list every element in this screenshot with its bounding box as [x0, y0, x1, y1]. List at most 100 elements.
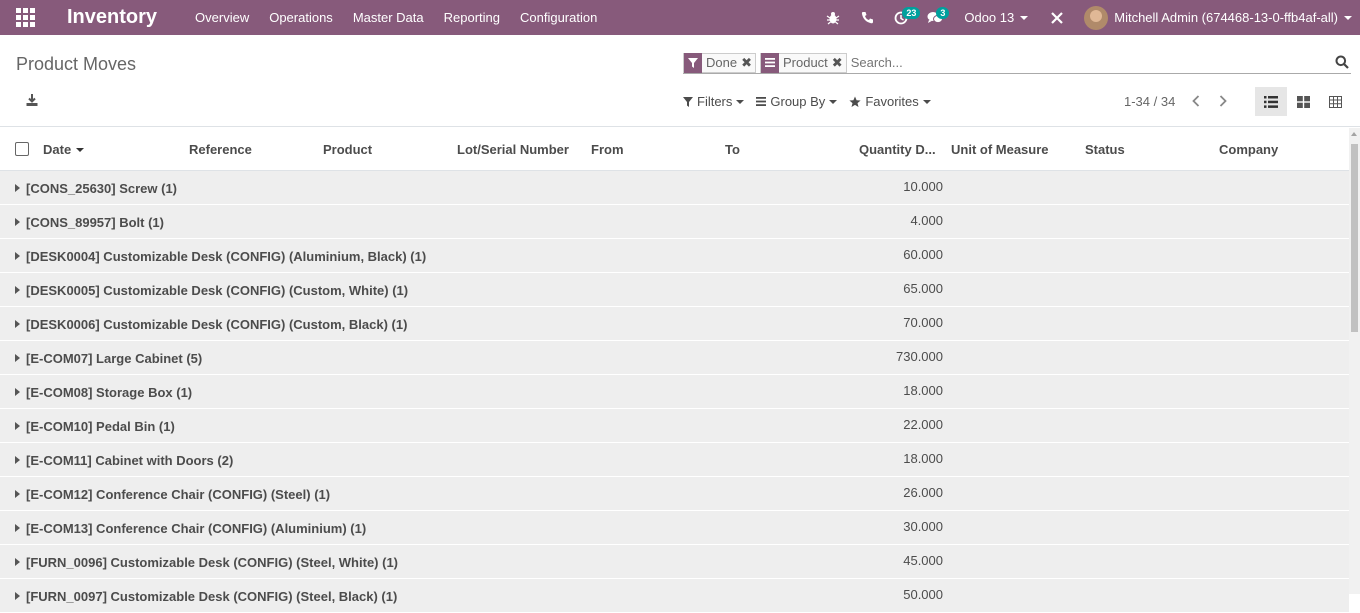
messaging-icon[interactable]: 3: [918, 0, 952, 35]
scrollbar-thumb[interactable]: [1351, 144, 1358, 332]
group-row[interactable]: [E-COM07] Large Cabinet (5) 730.000: [0, 341, 1349, 375]
control-panel: Product Moves Done ✖ Product ✖ Filters: [0, 35, 1360, 127]
group-row[interactable]: [E-COM08] Storage Box (1) 18.000: [0, 375, 1349, 409]
group-by-button[interactable]: Group By: [756, 94, 838, 109]
user-name: Mitchell Admin (674468-13-0-ffb4af-all): [1114, 10, 1338, 25]
database-label: Odoo 13: [964, 10, 1015, 25]
favorites-button[interactable]: Favorites: [849, 94, 931, 109]
group-label: [E-COM11] Cabinet with Doors (2): [26, 453, 234, 468]
database-switcher[interactable]: Odoo 13: [964, 10, 1029, 25]
caret-right-icon: [15, 286, 20, 294]
column-unit-of-measure[interactable]: Unit of Measure: [951, 142, 1049, 157]
group-row[interactable]: [CONS_25630] Screw (1) 10.000: [0, 171, 1349, 205]
remove-facet-icon[interactable]: ✖: [832, 55, 846, 71]
column-lot-serial[interactable]: Lot/Serial Number: [457, 142, 569, 157]
group-row[interactable]: [E-COM12] Conference Chair (CONFIG) (Ste…: [0, 477, 1349, 511]
group-label: [E-COM13] Conference Chair (CONFIG) (Alu…: [26, 521, 367, 536]
menu-operations[interactable]: Operations: [269, 10, 333, 25]
caret-right-icon: [15, 388, 20, 396]
group-quantity: 4.000: [910, 213, 943, 228]
group-label: [E-COM07] Large Cabinet (5): [26, 351, 203, 366]
scroll-up-icon[interactable]: [1351, 132, 1357, 136]
group-quantity: 730.000: [896, 349, 943, 364]
pager-value[interactable]: 1-34 / 34: [1124, 94, 1175, 109]
chevron-down-icon: [829, 99, 838, 104]
avatar: [1084, 5, 1109, 30]
menu-configuration[interactable]: Configuration: [520, 10, 597, 25]
favorites-label: Favorites: [865, 94, 919, 109]
menu-reporting[interactable]: Reporting: [444, 10, 500, 25]
pivot-view-icon[interactable]: [1319, 87, 1351, 116]
column-to[interactable]: To: [725, 142, 740, 157]
chevron-down-icon: [1344, 15, 1352, 20]
caret-right-icon: [15, 592, 20, 600]
group-row[interactable]: [DESK0006] Customizable Desk (CONFIG) (C…: [0, 307, 1349, 341]
column-product[interactable]: Product: [323, 142, 372, 157]
group-label: [E-COM10] Pedal Bin (1): [26, 419, 175, 434]
list-view-icon[interactable]: [1255, 87, 1287, 116]
filter-icon: [683, 96, 693, 107]
caret-right-icon: [15, 218, 20, 226]
group-label: [CONS_89957] Bolt (1): [26, 215, 164, 230]
column-date[interactable]: Date: [43, 142, 85, 157]
group-quantity: 10.000: [903, 179, 943, 194]
column-company[interactable]: Company: [1219, 142, 1278, 157]
search-bar[interactable]: Done ✖ Product ✖: [683, 52, 1351, 74]
group-row[interactable]: [E-COM13] Conference Chair (CONFIG) (Alu…: [0, 511, 1349, 545]
group-quantity: 65.000: [903, 281, 943, 296]
group-quantity: 60.000: [903, 247, 943, 262]
group-label: [E-COM08] Storage Box (1): [26, 385, 193, 400]
group-row[interactable]: [E-COM10] Pedal Bin (1) 22.000: [0, 409, 1349, 443]
group-quantity: 30.000: [903, 519, 943, 534]
star-icon: [849, 96, 861, 107]
vertical-scrollbar[interactable]: [1349, 128, 1360, 594]
caret-right-icon: [15, 456, 20, 464]
facet-label: Product: [782, 55, 828, 70]
search-icon[interactable]: [1335, 55, 1349, 69]
select-all-checkbox[interactable]: [15, 142, 29, 156]
debug-tools-icon[interactable]: [1040, 0, 1074, 35]
apps-menu-icon[interactable]: [0, 0, 50, 35]
group-label: [FURN_0097] Customizable Desk (CONFIG) (…: [26, 589, 398, 604]
column-label: Date: [43, 142, 72, 157]
column-reference[interactable]: Reference: [189, 142, 252, 157]
filters-button[interactable]: Filters: [683, 94, 745, 109]
table-header: Date Reference Product Lot/Serial Number…: [0, 128, 1349, 171]
caret-right-icon: [15, 490, 20, 498]
user-menu[interactable]: Mitchell Admin (674468-13-0-ffb4af-all): [1084, 5, 1352, 30]
search-input[interactable]: [850, 52, 1351, 73]
page-title: Product Moves: [16, 54, 137, 74]
caret-right-icon: [15, 320, 20, 328]
group-quantity: 26.000: [903, 485, 943, 500]
pager-next-icon[interactable]: [1213, 91, 1233, 111]
pager-previous-icon[interactable]: [1186, 91, 1206, 111]
caret-right-icon: [15, 252, 20, 260]
group-row[interactable]: [DESK0004] Customizable Desk (CONFIG) (A…: [0, 239, 1349, 273]
group-row[interactable]: [FURN_0096] Customizable Desk (CONFIG) (…: [0, 545, 1349, 579]
top-navbar: Inventory Overview Operations Master Dat…: [0, 0, 1360, 35]
group-row[interactable]: [FURN_0097] Customizable Desk (CONFIG) (…: [0, 579, 1349, 613]
app-title[interactable]: Inventory: [67, 6, 157, 29]
activity-clock-icon[interactable]: 23: [884, 0, 921, 35]
menu-overview[interactable]: Overview: [195, 10, 249, 25]
column-status[interactable]: Status: [1085, 142, 1125, 157]
download-icon[interactable]: [25, 93, 39, 107]
column-from[interactable]: From: [591, 142, 624, 157]
kanban-view-icon[interactable]: [1287, 87, 1319, 116]
group-quantity: 50.000: [903, 587, 943, 602]
group-label: [FURN_0096] Customizable Desk (CONFIG) (…: [26, 555, 398, 570]
product-moves-table: Date Reference Product Lot/Serial Number…: [0, 128, 1349, 613]
group-quantity: 45.000: [903, 553, 943, 568]
menu-master-data[interactable]: Master Data: [353, 10, 424, 25]
group-row[interactable]: [CONS_89957] Bolt (1) 4.000: [0, 205, 1349, 239]
phone-icon[interactable]: [850, 0, 884, 35]
column-quantity-done[interactable]: Quantity D...: [859, 142, 936, 157]
group-quantity: 18.000: [903, 383, 943, 398]
facet-done: Done ✖: [683, 52, 756, 73]
group-label: [DESK0005] Customizable Desk (CONFIG) (C…: [26, 283, 409, 298]
group-row[interactable]: [E-COM11] Cabinet with Doors (2) 18.000: [0, 443, 1349, 477]
remove-facet-icon[interactable]: ✖: [741, 55, 755, 71]
group-row[interactable]: [DESK0005] Customizable Desk (CONFIG) (C…: [0, 273, 1349, 307]
caret-right-icon: [15, 422, 20, 430]
bug-icon[interactable]: [816, 0, 850, 35]
